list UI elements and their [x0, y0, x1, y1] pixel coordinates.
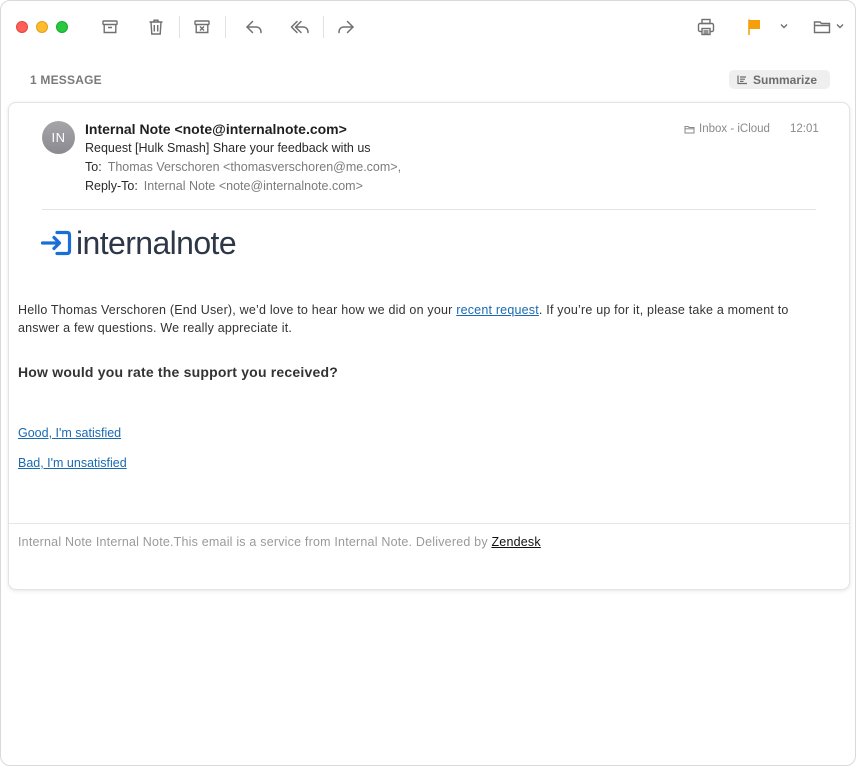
trash-icon	[149, 19, 163, 35]
flag-icon	[748, 19, 760, 35]
summarize-label: Summarize	[753, 72, 818, 87]
reply-icon	[246, 20, 262, 34]
mailbox-label: Inbox - iCloud	[699, 123, 770, 135]
move-to-folder-button[interactable]	[808, 13, 836, 41]
zendesk-link[interactable]: Zendesk	[491, 535, 540, 549]
reply-to-row: Reply-To: Internal Note <note@internalnot…	[85, 179, 363, 193]
subject: Request [Hulk Smash] Share your feedback…	[85, 141, 371, 155]
intro-paragraph: Hello Thomas Verschoren (End User), we’d…	[18, 303, 789, 335]
footer-text: Internal Note Internal Note.This email i…	[18, 535, 541, 549]
print-icon	[697, 18, 715, 36]
reply-to-address[interactable]: Internal Note <note@internalnote.com>	[144, 179, 363, 193]
to-address[interactable]: Thomas Verschoren <thomasverschoren@me.c…	[108, 160, 401, 174]
flag-button[interactable]	[740, 13, 768, 41]
print-button[interactable]	[692, 13, 720, 41]
reply-to-label: Reply-To:	[85, 179, 138, 193]
chevron-down-icon[interactable]	[835, 21, 845, 31]
avatar: IN	[42, 121, 75, 154]
footer-divider	[9, 523, 849, 524]
to-label: To:	[85, 160, 102, 174]
internalnote-logo: internalnote	[40, 225, 237, 261]
forward-button[interactable]	[332, 13, 360, 41]
minimize-window-button[interactable]	[36, 21, 48, 33]
header-divider	[42, 209, 816, 210]
sender[interactable]: Internal Note <note@internalnote.com>	[85, 121, 347, 137]
forward-icon	[338, 20, 354, 34]
recent-request-link[interactable]: recent request	[456, 303, 539, 317]
logo-wordmark: internalnote	[76, 225, 237, 261]
folder-icon	[684, 125, 695, 133]
delete-button[interactable]	[142, 13, 170, 41]
reply-all-icon	[290, 20, 309, 34]
message-count: 1 MESSAGE	[30, 73, 102, 87]
mailbox-indicator[interactable]: Inbox - iCloud	[684, 123, 770, 135]
folder-icon	[813, 21, 831, 34]
summarize-button[interactable]: Summarize	[729, 70, 830, 89]
message-card: IN Internal Note <note@internalnote.com>…	[8, 102, 850, 590]
to-row: To: Thomas Verschoren <thomasverschoren@m…	[85, 160, 401, 174]
login-icon	[40, 230, 72, 256]
good-satisfied-link[interactable]: Good, I'm satisfied	[18, 426, 121, 440]
zoom-window-button[interactable]	[56, 21, 68, 33]
toolbar	[1, 1, 855, 53]
archive-button[interactable]	[96, 13, 124, 41]
close-window-button[interactable]	[16, 21, 28, 33]
mail-window: 1 MESSAGE Summarize IN Internal Note <no…	[0, 0, 856, 766]
junk-button[interactable]	[188, 13, 216, 41]
reply-button[interactable]	[240, 13, 268, 41]
summarize-icon	[737, 75, 747, 85]
bad-unsatisfied-link[interactable]: Bad, I'm unsatisfied	[18, 456, 127, 470]
archive-icon	[102, 20, 118, 34]
junk-icon	[194, 20, 210, 34]
received-time: 12:01	[790, 123, 819, 135]
rating-question: How would you rate the support you recei…	[18, 364, 338, 380]
chevron-down-icon[interactable]	[779, 21, 789, 31]
reply-all-button[interactable]	[286, 13, 314, 41]
